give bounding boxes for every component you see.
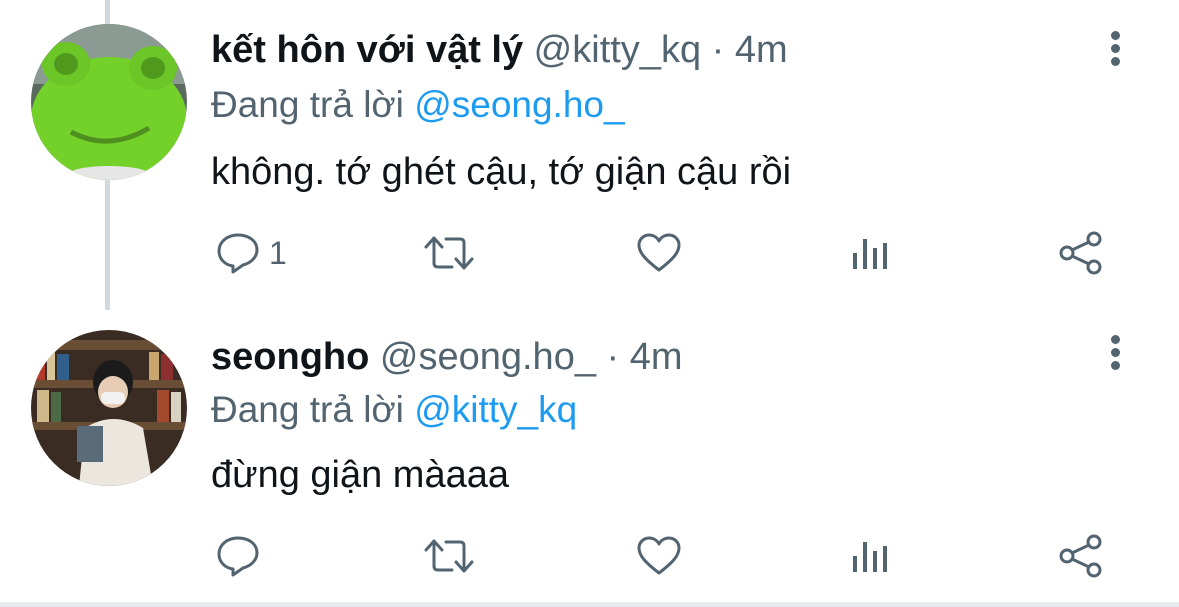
display-name[interactable]: kết hôn với vật lý — [211, 29, 523, 71]
tweet-header: kết hôn với vật lý @kitty_kq · 4m — [211, 26, 788, 74]
share-button[interactable] — [1058, 531, 1104, 581]
tweet-text: đừng giận màaaa — [211, 454, 509, 496]
reply-count: 1 — [269, 234, 287, 271]
more-options-icon[interactable] — [1104, 335, 1126, 375]
share-button[interactable] — [1058, 228, 1104, 278]
retweet-button[interactable] — [424, 531, 474, 581]
reply-icon — [217, 536, 259, 577]
replying-to-line: Đang trả lời @seong.ho_ — [211, 82, 625, 128]
reply-button[interactable] — [215, 531, 269, 581]
display-name[interactable]: seongho — [211, 336, 369, 378]
tweet[interactable]: seongho @seong.ho_ · 4m Đang trả lời @ki… — [0, 305, 1179, 602]
retweet-icon — [424, 539, 474, 573]
retweet-icon — [424, 236, 474, 270]
person-avatar-image — [31, 330, 187, 486]
replying-to-label: Đang trả lời — [211, 84, 404, 125]
tweet-actions — [0, 531, 1179, 581]
replying-to-label: Đang trả lời — [211, 389, 404, 430]
tweet-text: không. tớ ghét cậu, tớ giận cậu rồi — [211, 151, 792, 193]
frog-avatar-image — [31, 24, 187, 180]
share-icon — [1059, 231, 1102, 275]
bottom-divider — [0, 602, 1179, 607]
timestamp[interactable]: 4m — [735, 29, 788, 71]
like-button[interactable] — [636, 228, 682, 278]
views-icon — [853, 239, 887, 269]
share-icon — [1059, 534, 1102, 578]
tweet-actions: 1 — [0, 228, 1179, 278]
retweet-button[interactable] — [424, 228, 474, 278]
tweet-header: seongho @seong.ho_ · 4m — [211, 333, 683, 381]
tweet[interactable]: kết hôn với vật lý @kitty_kq · 4m Đang t… — [0, 0, 1179, 305]
reply-icon — [217, 233, 259, 274]
separator-dot: · — [711, 29, 725, 71]
avatar[interactable] — [31, 24, 187, 180]
avatar[interactable] — [31, 330, 187, 486]
timestamp[interactable]: 4m — [630, 336, 683, 378]
user-handle[interactable]: @seong.ho_ — [380, 336, 596, 378]
like-button[interactable] — [636, 531, 682, 581]
more-options-icon[interactable] — [1104, 31, 1126, 71]
views-button[interactable] — [850, 228, 890, 278]
user-handle[interactable]: @kitty_kq — [534, 29, 701, 71]
separator-dot: · — [606, 336, 620, 378]
views-button[interactable] — [850, 531, 890, 581]
replying-to-mention[interactable]: @kitty_kq — [414, 389, 577, 430]
reply-button[interactable]: 1 — [215, 228, 287, 278]
like-icon — [637, 536, 681, 575]
replying-to-line: Đang trả lời @kitty_kq — [211, 387, 577, 433]
replying-to-mention[interactable]: @seong.ho_ — [414, 84, 624, 125]
like-icon — [637, 233, 681, 272]
views-icon — [853, 542, 887, 572]
